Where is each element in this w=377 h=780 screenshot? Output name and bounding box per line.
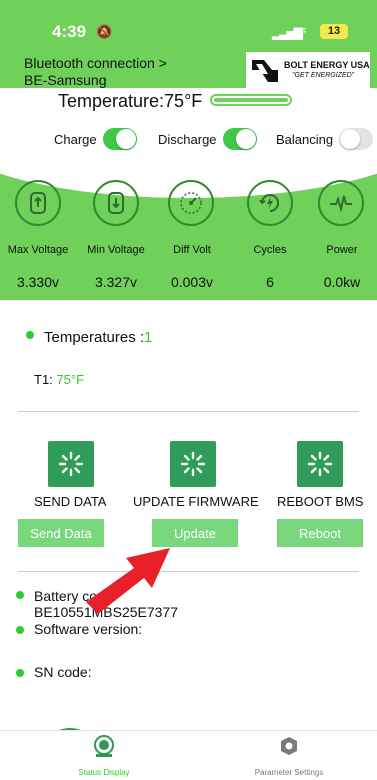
reboot-bms-title: REBOOT BMS — [277, 494, 364, 509]
temperature-indicator-fill — [214, 98, 288, 102]
battery-icon: 13 — [320, 24, 348, 39]
software-version-label: Software version: — [34, 621, 143, 637]
tab-parameter-settings[interactable]: Parameter Settings — [229, 735, 349, 777]
tab-parameter-settings-label: Parameter Settings — [254, 768, 324, 777]
sn-code-dot — [16, 669, 24, 677]
charge-toggle-row: Charge — [54, 126, 137, 152]
balancing-toggle[interactable] — [339, 128, 374, 150]
temperatures-count: 1 — [144, 329, 153, 346]
pulse-icon — [318, 180, 364, 226]
bolt-energy-logo: BOLT ENERGY USA "GET ENERGIZED" — [246, 52, 370, 92]
t1-value: 75°F — [56, 372, 85, 387]
status-display-icon — [94, 735, 114, 757]
power-value: 0.0kw — [323, 274, 361, 290]
reboot-button[interactable]: Reboot — [277, 519, 363, 547]
temperatures-heading: Temperatures :1 — [44, 329, 152, 346]
t1-row: T1: 75°F — [34, 372, 84, 387]
status-bar: 4:39 🔕 ▂▃▅▇ ≈ 13 — [0, 18, 377, 48]
battery-up-icon — [15, 180, 61, 226]
stats-labels-row: Max Voltage Min Voltage Diff Volt Cycles… — [0, 244, 377, 262]
max-voltage-value: 3.330v — [16, 274, 60, 290]
min-voltage-value: 3.327v — [94, 274, 138, 290]
loading-spinner-icon — [48, 441, 94, 487]
tab-status-display-label: Status Display — [78, 768, 130, 777]
discharge-toggle-knob — [235, 129, 256, 149]
loading-spinner-icon — [297, 441, 343, 487]
gauge-icon — [168, 180, 214, 226]
tab-status-display[interactable]: Status Display — [44, 735, 164, 777]
t1-label: T1: — [34, 372, 53, 387]
temperature-heading: Temperature:75°F — [58, 91, 203, 111]
min-voltage-label: Min Voltage — [87, 244, 145, 256]
section-divider-bottom — [18, 571, 359, 572]
balancing-label: Balancing — [276, 131, 334, 147]
temperature-indicator — [210, 94, 292, 106]
logo-brand-text: BOLT ENERGY USA — [284, 60, 370, 70]
bolt-logo-icon — [252, 60, 278, 82]
status-display-screen: 4:39 🔕 ▂▃▅▇ ≈ 13 Bluetooth connection > … — [0, 0, 377, 780]
charge-toggle-knob — [115, 129, 136, 149]
wifi-icon: ≈ — [298, 22, 307, 39]
software-version-dot — [16, 626, 24, 634]
battery-down-icon — [93, 180, 139, 226]
discharge-toggle[interactable] — [222, 128, 257, 150]
cycle-bolt-icon — [247, 180, 293, 226]
logo-tagline-text: "GET ENERGIZED" — [292, 72, 355, 79]
balancing-toggle-knob — [340, 129, 361, 149]
battery-code-dot — [16, 591, 24, 599]
update-firmware-title: UPDATE FIRMWARE — [133, 494, 259, 509]
sn-code-label: SN code: — [34, 664, 92, 680]
cycles-value: 6 — [266, 274, 274, 290]
charge-toggle[interactable] — [102, 128, 137, 150]
stats-icons-row — [0, 180, 377, 232]
bluetooth-connection-link[interactable]: Bluetooth connection > BE-Samsung — [24, 55, 167, 89]
send-data-title: SEND DATA — [34, 494, 107, 509]
parameter-settings-icon — [281, 737, 297, 755]
bottom-tab-bar: Status Display Parameter Settings — [0, 730, 377, 780]
discharge-toggle-row: Discharge — [158, 126, 257, 152]
stats-values-row: 3.330v 3.327v 0.003v 6 0.0kw — [0, 274, 377, 294]
section-divider-top — [18, 411, 359, 412]
diff-volt-value: 0.003v — [170, 274, 214, 290]
cycles-label: Cycles — [253, 244, 287, 256]
max-voltage-label: Max Voltage — [7, 244, 69, 256]
bluetooth-connection-label: Bluetooth connection > — [24, 55, 167, 71]
charge-label: Charge — [54, 131, 97, 147]
temperatures-status-dot — [26, 331, 34, 339]
loading-spinner-icon — [170, 441, 216, 487]
bluetooth-device-name: BE-Samsung — [24, 72, 107, 88]
status-time: 4:39 — [52, 22, 87, 41]
red-arrow-annotation — [86, 548, 170, 614]
cellular-signal-icon: ▂▃▅▇ — [272, 26, 303, 40]
balancing-toggle-row: Balancing — [276, 126, 374, 152]
silent-bell-icon: 🔕 — [96, 24, 113, 39]
diff-volt-label: Diff Volt — [173, 244, 211, 256]
temperatures-title: Temperatures : — [44, 329, 145, 346]
discharge-label: Discharge — [158, 131, 217, 147]
power-label: Power — [326, 244, 358, 256]
